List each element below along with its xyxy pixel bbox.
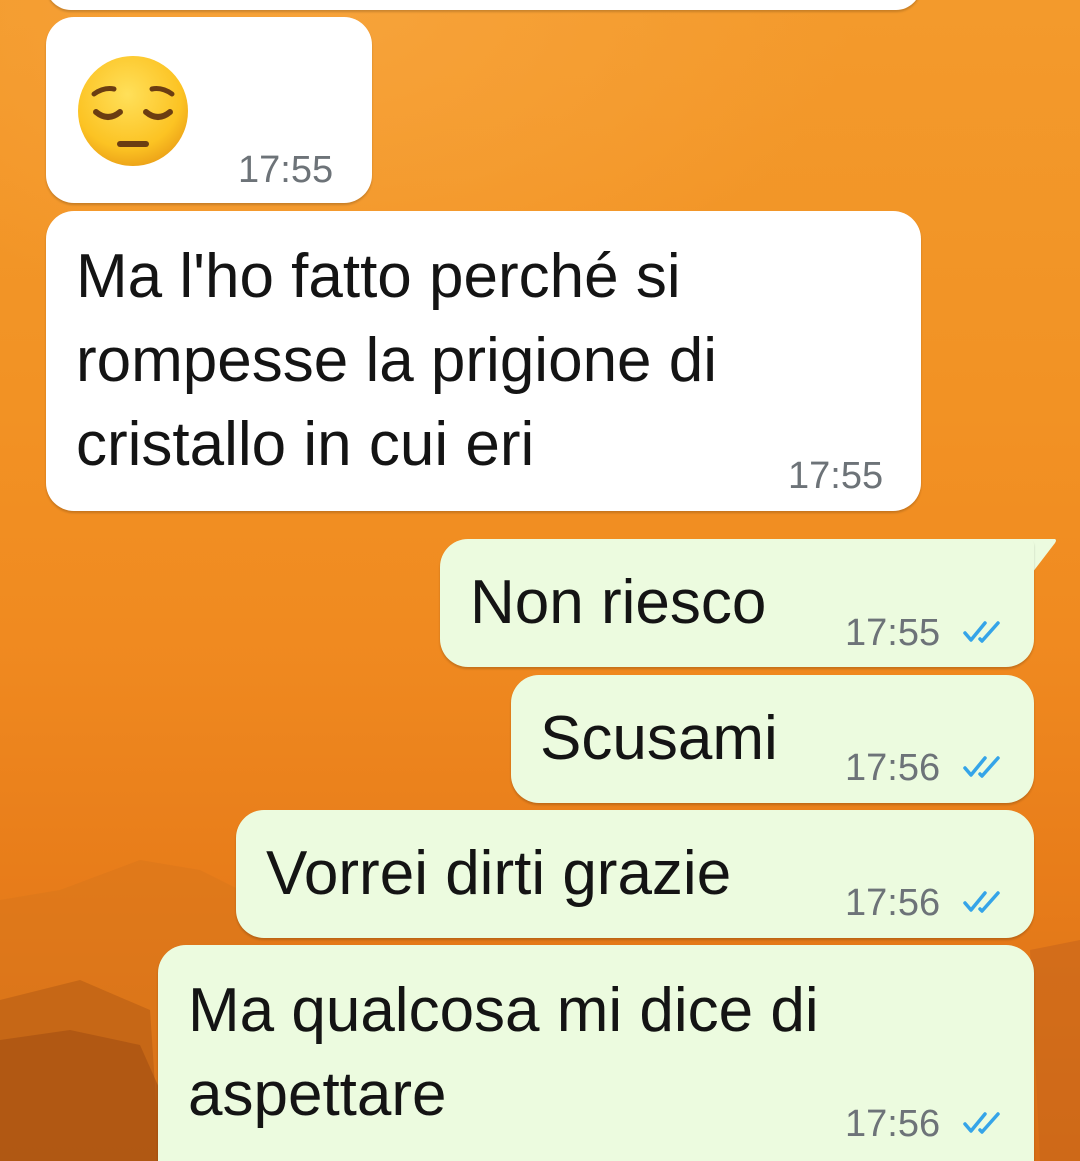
message-bubble-incoming[interactable]: [46, 0, 921, 10]
message-text-line: rompesse la prigione di: [76, 326, 718, 395]
message-time: 17:56: [845, 882, 941, 924]
message-bubble-incoming[interactable]: Ma l'ho fatto perché si rompesse la prig…: [46, 211, 921, 511]
read-receipt-icon: [963, 1112, 1000, 1134]
message-time: 17:56: [845, 1103, 941, 1145]
message-bubble-outgoing[interactable]: Vorrei dirti grazie 17:56: [236, 810, 1034, 938]
message-bubble-outgoing[interactable]: Ma qualcosa mi dice di aspettare 17:56: [158, 945, 1034, 1161]
message-time: 17:55: [238, 149, 334, 191]
message-time: 17:55: [788, 455, 884, 497]
message-text-line: Non riesco: [470, 568, 767, 637]
message-time: 17:55: [845, 612, 941, 654]
message-bubble-outgoing[interactable]: Scusami 17:56: [511, 675, 1034, 803]
message-text-line: Vorrei dirti grazie: [266, 839, 732, 908]
message-text-line: cristallo in cui eri: [76, 410, 535, 479]
read-receipt-icon: [963, 891, 1000, 913]
message-time: 17:56: [845, 747, 941, 789]
message-text-line: aspettare: [188, 1060, 447, 1129]
read-receipt-icon: [963, 756, 1000, 778]
message-text-line: Ma l'ho fatto perché si: [76, 242, 681, 311]
message-bubble-incoming[interactable]: 17:55: [46, 17, 372, 203]
read-receipt-icon: [963, 621, 1000, 643]
pensive-face-icon: [78, 56, 188, 166]
message-text-line: Scusami: [540, 704, 778, 773]
message-text-line: Ma qualcosa mi dice di: [188, 976, 819, 1045]
message-bubble-outgoing[interactable]: Non riesco 17:55: [440, 539, 1034, 667]
